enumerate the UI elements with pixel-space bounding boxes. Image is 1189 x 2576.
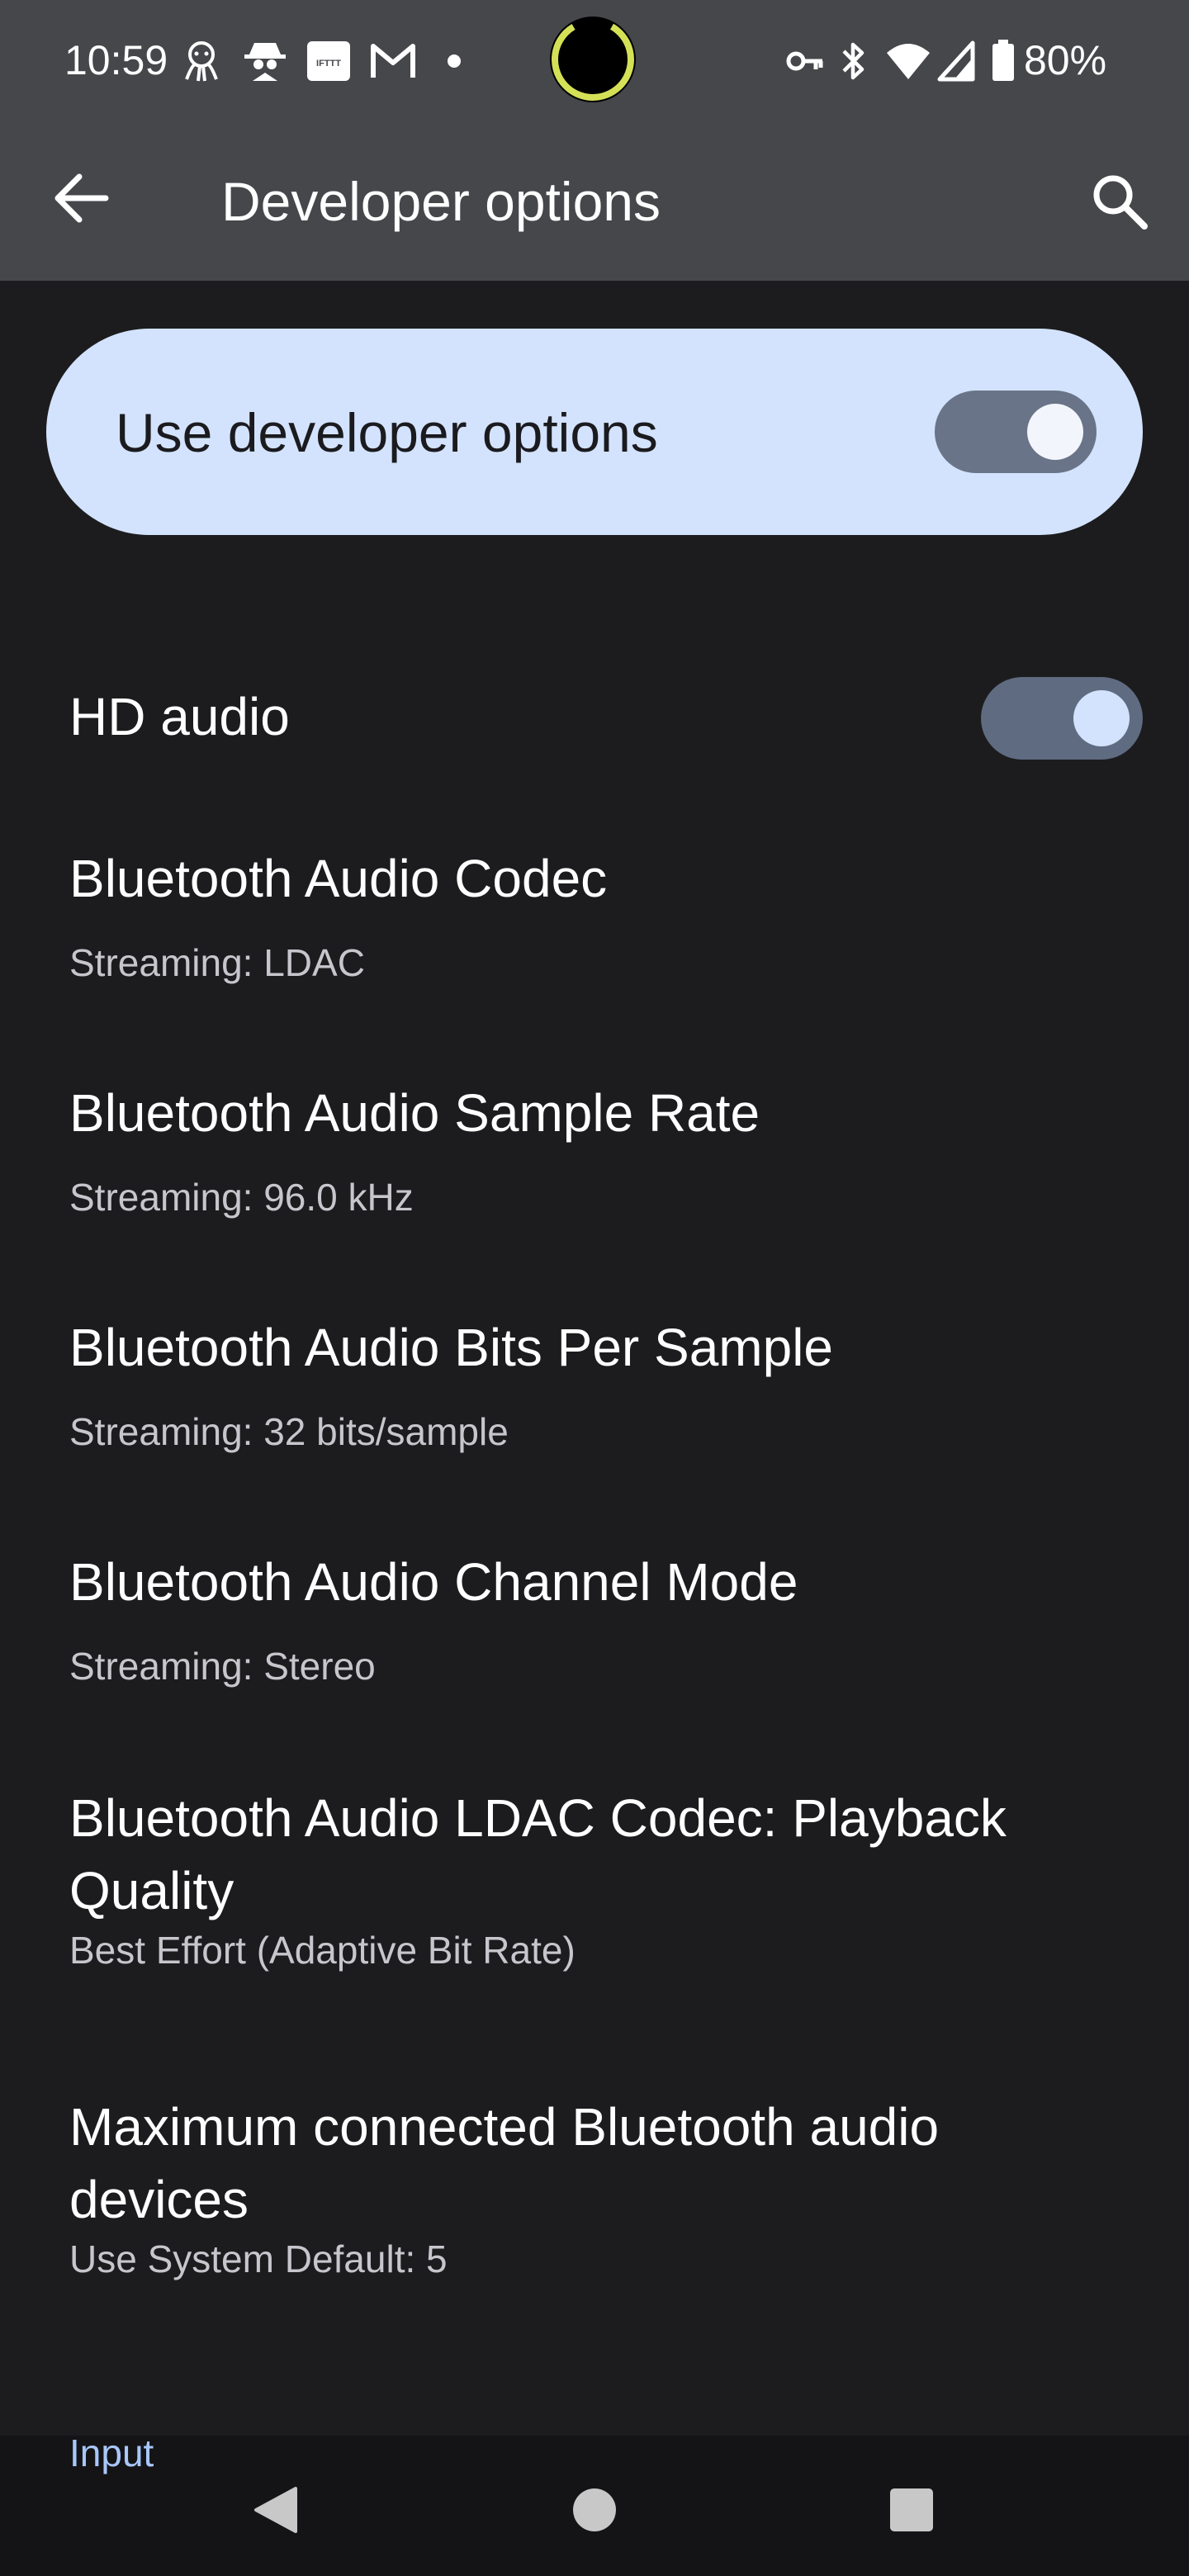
- status-bar: 10:59 IFTTT 80%: [0, 0, 1189, 124]
- battery-percentage: 80%: [1024, 37, 1107, 83]
- setting-title-line-1: Bluetooth Audio LDAC Codec: Playback: [69, 1788, 1007, 1848]
- dot-icon: [448, 54, 461, 68]
- developer-options-screen: 10:59 IFTTT 80% Developer options Use de…: [0, 0, 1189, 2576]
- gmail-icon: [371, 44, 415, 78]
- use-developer-options-label: Use developer options: [116, 402, 658, 463]
- setting-subtitle: Streaming: 32 bits/sample: [69, 1410, 509, 1453]
- status-time: 10:59: [64, 37, 168, 83]
- home-circle-icon[interactable]: [545, 2460, 644, 2559]
- cell-signal-icon: [937, 40, 975, 82]
- recents-square-icon[interactable]: [862, 2460, 961, 2559]
- svg-text:IFTTT: IFTTT: [316, 59, 341, 69]
- setting-subtitle: Best Effort (Adaptive Bit Rate): [69, 1929, 576, 1972]
- bluetooth-audio-channel-mode-row[interactable]: Bluetooth Audio Channel Mode Streaming: …: [0, 1546, 1189, 1711]
- ifttt-icon: IFTTT: [307, 41, 350, 81]
- maximum-connected-bluetooth-devices-row[interactable]: Maximum connected Bluetooth audio device…: [0, 2097, 1189, 2317]
- navigation-bar: [0, 2436, 1189, 2576]
- switch-thumb: [1073, 690, 1130, 746]
- setting-title: Bluetooth Audio Bits Per Sample: [69, 1318, 833, 1377]
- use-developer-options-toggle-row[interactable]: Use developer options: [46, 329, 1143, 535]
- battery-icon: [992, 40, 1014, 81]
- search-icon: [1093, 175, 1148, 230]
- octopus-icon: [185, 41, 218, 82]
- switch-thumb: [1027, 404, 1083, 460]
- bluetooth-audio-sample-rate-row[interactable]: Bluetooth Audio Sample Rate Streaming: 9…: [0, 1077, 1189, 1242]
- page-title: Developer options: [221, 171, 661, 232]
- spy-icon: [244, 43, 286, 81]
- arrow-back-icon: [54, 173, 109, 223]
- back-button[interactable]: [41, 157, 124, 239]
- setting-subtitle: Streaming: Stereo: [69, 1645, 376, 1688]
- app-bar: Developer options: [0, 124, 1189, 281]
- input-section-header: Input: [69, 2432, 154, 2474]
- bluetooth-icon: [842, 42, 865, 80]
- camera-cutout: [550, 17, 636, 102]
- back-triangle-icon[interactable]: [225, 2460, 324, 2559]
- setting-subtitle: Streaming: 96.0 kHz: [69, 1176, 414, 1219]
- bluetooth-audio-ldac-playback-quality-row[interactable]: Bluetooth Audio LDAC Codec: Playback Qua…: [0, 1788, 1189, 2008]
- vpn-key-icon: [786, 51, 823, 71]
- setting-title-line-1: Maximum connected Bluetooth audio: [69, 2097, 940, 2157]
- setting-title: Bluetooth Audio Codec: [69, 849, 608, 908]
- bluetooth-audio-bits-per-sample-row[interactable]: Bluetooth Audio Bits Per Sample Streamin…: [0, 1311, 1189, 1476]
- use-developer-options-switch[interactable]: [935, 391, 1097, 473]
- setting-title-line-2: devices: [69, 2170, 249, 2229]
- bluetooth-audio-codec-row[interactable]: Bluetooth Audio Codec Streaming: LDAC: [0, 842, 1189, 1007]
- setting-subtitle: Use System Default: 5: [69, 2237, 448, 2280]
- search-button[interactable]: [1078, 160, 1161, 243]
- setting-title-line-2: Quality: [69, 1861, 234, 1920]
- setting-subtitle: Streaming: LDAC: [69, 941, 365, 984]
- setting-title: Bluetooth Audio Channel Mode: [69, 1552, 798, 1612]
- hd-audio-label: HD audio: [69, 687, 290, 746]
- wifi-icon: [887, 44, 930, 79]
- hd-audio-switch[interactable]: [981, 677, 1143, 760]
- setting-title: Bluetooth Audio Sample Rate: [69, 1083, 760, 1143]
